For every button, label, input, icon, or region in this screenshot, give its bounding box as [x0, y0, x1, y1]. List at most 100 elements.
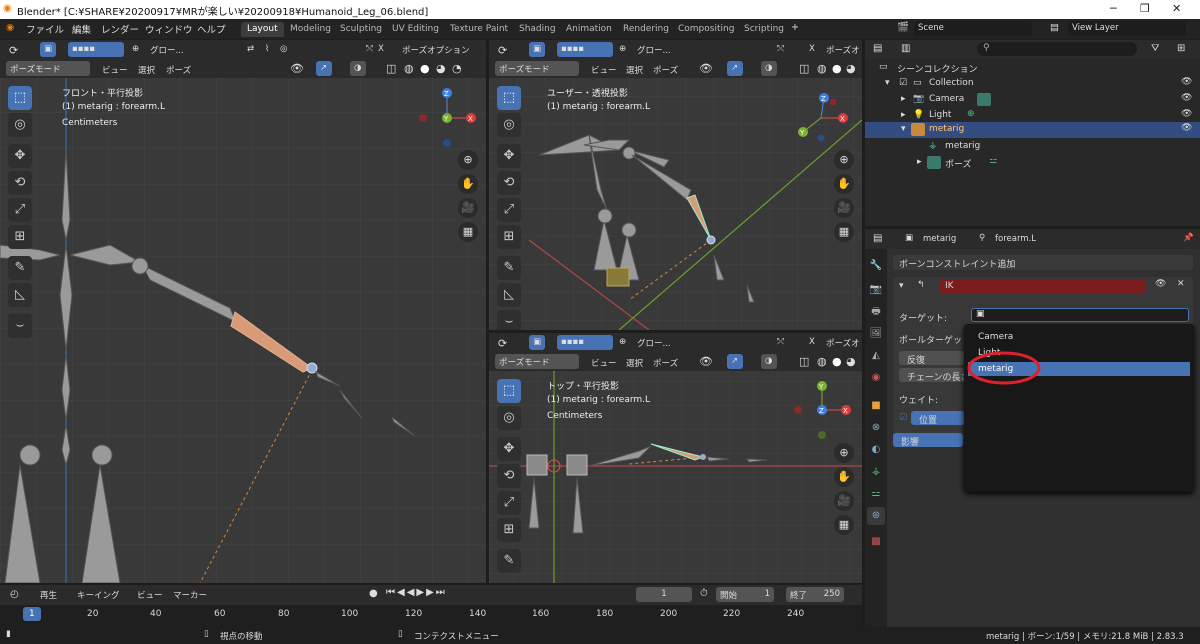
tab-world-icon[interactable]: ◉ — [867, 369, 885, 387]
clock-icon[interactable]: ⏱ — [700, 588, 708, 599]
outliner-row-pose[interactable]: ▸ ポーズ ⚍ — [865, 156, 1200, 172]
close-icon[interactable]: ✕ — [1172, 2, 1181, 15]
ortho-grid-icon[interactable]: ▦ — [834, 515, 854, 535]
tab-scripting[interactable]: Scripting — [738, 22, 790, 37]
menu-window[interactable]: ウィンドウ — [145, 22, 193, 36]
playback-controls-icon[interactable]: ⏮◀◀▶▶⏭ — [386, 587, 447, 598]
expand-arrow-icon[interactable]: ▸ — [901, 94, 906, 104]
menu-file[interactable]: ファイル — [26, 22, 64, 36]
display-mode-icon[interactable]: ▥ — [901, 43, 910, 54]
tick-label: 100 — [341, 609, 359, 619]
tab-texture-paint[interactable]: Texture Paint — [444, 22, 514, 37]
outliner-row-metarig-data[interactable]: ⚶ metarig — [865, 140, 1200, 156]
properties-editor-icon[interactable]: ▤ — [873, 233, 882, 244]
menu-keying[interactable]: キーイング — [77, 589, 120, 601]
timeline-editor-icon[interactable]: ◴ — [10, 589, 19, 600]
current-frame-field[interactable]: 1 — [636, 587, 692, 602]
frame-ruler[interactable]: 1 20 40 60 80 100 120 140 160 180 200 22… — [0, 605, 862, 627]
viewport-front[interactable]: ⟳ ▣ ▪▪▪▪ ⊕ グロー... ⇄ ⌇ ◎ ⤲ X ポーズオプション ポーズ… — [0, 40, 486, 583]
camera-view-icon[interactable]: 🎥 — [834, 198, 854, 218]
tab-modifiers-icon[interactable]: ◐ — [867, 441, 885, 459]
tab-sculpting[interactable]: Sculpting — [334, 22, 388, 37]
blender-menu-icon[interactable]: ◉ — [6, 22, 14, 33]
pan-hand-icon[interactable]: ✋ — [834, 174, 854, 194]
tab-armature-icon[interactable]: ⚶ — [867, 463, 885, 481]
zoom-icon[interactable]: ⊕ — [834, 150, 854, 170]
zoom-icon[interactable]: ⊕ — [458, 150, 478, 170]
tab-texture-icon[interactable]: ▩ — [867, 533, 885, 551]
viewport-top[interactable]: ⟳ ▣ ▪▪▪▪ ⊕ グロー... ⤲ X ポーズオ ポーズモード ビュー 選択… — [489, 333, 862, 583]
eye-icon[interactable]: 👁 — [1181, 109, 1192, 119]
menu-edit[interactable]: 編集 — [72, 22, 91, 36]
tab-render-icon[interactable]: 📷 — [867, 281, 885, 299]
outliner-row-metarig[interactable]: ▾ metarig 👁 — [865, 122, 1200, 138]
record-icon[interactable]: ● — [369, 588, 378, 599]
context-object[interactable]: metarig — [923, 234, 956, 244]
context-bone[interactable]: forearm.L — [995, 234, 1036, 244]
iterations-field[interactable]: 反復 — [899, 351, 965, 366]
outliner-row-collection[interactable]: ▾ ☑ ▭ Collection 👁 — [865, 77, 1200, 93]
menu-view[interactable]: ビュー — [137, 589, 163, 601]
position-checkbox-icon[interactable]: ☑ — [899, 413, 907, 423]
tab-constraints-icon[interactable]: ⊗ — [867, 419, 885, 437]
expand-arrow-icon[interactable]: ▾ — [901, 124, 906, 134]
ortho-grid-icon[interactable]: ▦ — [458, 222, 478, 242]
expand-arrow-icon[interactable]: ▸ — [917, 157, 922, 167]
outliner-row-camera[interactable]: ▸ 📷 Camera 👁 — [865, 93, 1200, 109]
tab-tool-icon[interactable]: 🔧 — [867, 257, 885, 275]
outliner-row-scene-collection[interactable]: ▭ シーンコレクション — [865, 61, 1200, 77]
influence-field[interactable]: 影響 — [893, 433, 963, 448]
target-field[interactable]: ▣ — [971, 308, 1189, 322]
delete-constraint-icon[interactable]: ✕ — [1177, 279, 1185, 289]
tab-shading[interactable]: Shading — [513, 22, 562, 37]
ortho-grid-icon[interactable]: ▦ — [834, 222, 854, 242]
end-frame-field[interactable]: 終了 250 — [786, 587, 844, 602]
view-layer-field[interactable]: View Layer — [1068, 21, 1186, 36]
collection-icon: ▭ — [879, 62, 888, 72]
tab-bone-icon[interactable]: ⚍ — [867, 485, 885, 503]
minimize-icon[interactable]: ─ — [1110, 2, 1117, 15]
tab-scene-icon[interactable]: ◭ — [867, 347, 885, 365]
eye-icon[interactable]: 👁 — [1181, 123, 1192, 133]
pin-icon[interactable]: 📌 — [1183, 233, 1194, 243]
tab-rendering[interactable]: Rendering — [617, 22, 675, 37]
camera-view-icon[interactable]: 🎥 — [458, 198, 478, 218]
tab-layout[interactable]: Layout — [241, 22, 284, 37]
chain-length-field[interactable]: チェーンの長さ — [899, 368, 965, 382]
maximize-icon[interactable]: ❐ — [1140, 2, 1150, 15]
constraint-name-field[interactable]: IK — [939, 279, 1145, 293]
filter-icon[interactable]: ⛛ — [1151, 43, 1159, 54]
expand-arrow-icon[interactable]: ▸ — [901, 110, 906, 120]
outliner-search-input[interactable]: ⚲ — [977, 42, 1137, 56]
zoom-icon[interactable]: ⊕ — [834, 443, 854, 463]
eye-icon[interactable]: 👁 — [1155, 279, 1166, 289]
collapse-arrow-icon[interactable]: ▾ — [899, 281, 904, 291]
new-collection-icon[interactable]: ⊞ — [1177, 43, 1185, 54]
tab-output-icon[interactable]: 🖶 — [867, 303, 885, 321]
tab-bone-constraints-icon[interactable]: ⊛ — [867, 507, 885, 525]
position-weight-field[interactable]: 位置 — [911, 411, 965, 426]
pan-hand-icon[interactable]: ✋ — [834, 467, 854, 487]
camera-view-icon[interactable]: 🎥 — [834, 491, 854, 511]
menu-render[interactable]: レンダー — [101, 22, 139, 36]
expand-arrow-icon[interactable]: ▾ — [885, 78, 890, 88]
tab-object-icon[interactable]: ■ — [867, 397, 885, 415]
outliner-editor-icon[interactable]: ▤ — [873, 43, 882, 54]
start-frame-field[interactable]: 開始 1 — [716, 587, 774, 602]
tab-modeling[interactable]: Modeling — [284, 22, 337, 37]
eye-icon[interactable]: 👁 — [1181, 93, 1192, 103]
menu-playback[interactable]: 再生 — [40, 589, 57, 601]
tab-view-layer-icon[interactable]: 🖼 — [867, 325, 885, 343]
menu-marker[interactable]: マーカー — [173, 589, 207, 601]
viewport-user[interactable]: ⟳ ▣ ▪▪▪▪ ⊕ グロー... ⤲ X ポーズオ ポーズモード ビュー 選択… — [489, 40, 862, 330]
tab-uv-editing[interactable]: UV Editing — [386, 22, 445, 37]
add-workspace-icon[interactable]: + — [791, 22, 799, 33]
scene-field[interactable]: Scene — [914, 21, 1032, 36]
tab-animation[interactable]: Animation — [560, 22, 618, 37]
tab-compositing[interactable]: Compositing — [672, 22, 740, 37]
eye-icon[interactable]: 👁 — [1181, 77, 1192, 87]
menu-help[interactable]: ヘルプ — [197, 22, 226, 36]
pan-hand-icon[interactable]: ✋ — [458, 174, 478, 194]
checkbox-icon[interactable]: ☑ — [899, 78, 907, 88]
add-bone-constraint-button[interactable]: ボーンコンストレイント追加 — [893, 255, 1193, 270]
